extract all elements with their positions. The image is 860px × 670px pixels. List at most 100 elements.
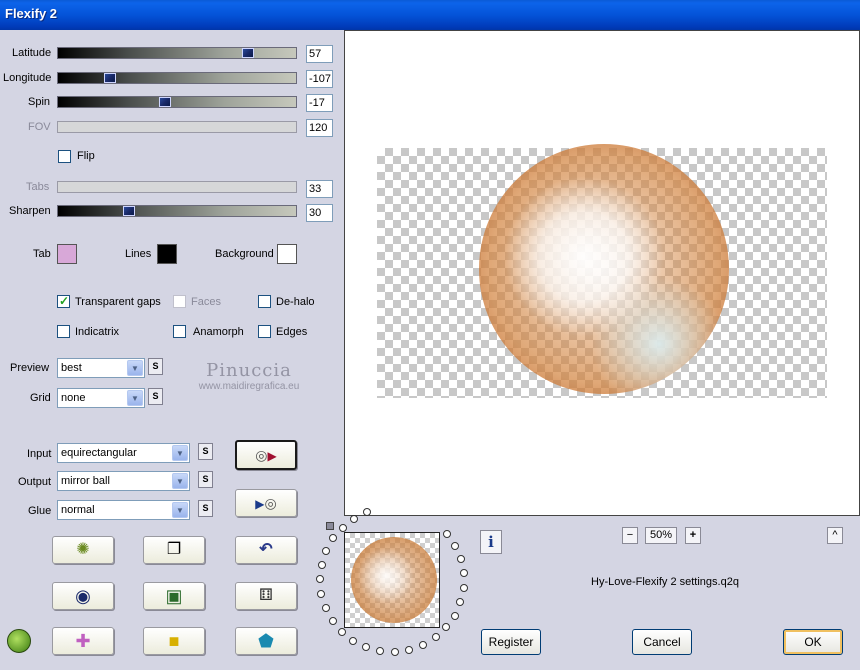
dial-dot[interactable] (456, 598, 465, 607)
dial-dot[interactable] (349, 636, 358, 645)
de-halo-checkbox[interactable] (258, 295, 271, 308)
glue-select[interactable]: normal ▼ (57, 500, 190, 520)
sharpen-value[interactable]: 30 (306, 204, 333, 222)
preview-quality-label: Preview (10, 362, 50, 374)
ring-button[interactable]: ◉ (52, 582, 114, 610)
glue-value: normal (61, 504, 95, 516)
dial-dot[interactable] (456, 555, 465, 564)
spin-value[interactable]: -17 (306, 94, 333, 112)
spin-label: Spin (28, 96, 51, 108)
sharpen-label: Sharpen (9, 205, 51, 217)
dial-dot[interactable] (322, 547, 331, 556)
anamorph-checkbox[interactable] (173, 325, 186, 338)
thumbnail-ball (351, 537, 437, 623)
output-projection-select[interactable]: mirror ball ▼ (57, 471, 190, 491)
flip-checkbox[interactable] (58, 150, 71, 163)
dial-dot[interactable] (431, 633, 440, 642)
brick-button[interactable]: ■ (143, 627, 205, 655)
play-forward-button[interactable]: ◎▶ (235, 440, 297, 470)
info-button[interactable]: i (480, 530, 502, 554)
chevron-down-icon[interactable]: ▼ (127, 360, 143, 376)
preview-quality-select[interactable]: best ▼ (57, 358, 145, 378)
register-button[interactable]: Register (481, 629, 541, 655)
latitude-slider[interactable] (57, 47, 297, 59)
play-reverse-button[interactable]: ▶◎ (235, 489, 297, 517)
dial-dot[interactable] (317, 561, 326, 570)
dial-dot[interactable] (443, 529, 452, 538)
dial-dot[interactable] (321, 603, 330, 612)
pentagon-button[interactable]: ⬟ (235, 627, 297, 655)
dial-dot[interactable] (329, 534, 338, 543)
transparency-checkerboard (377, 144, 827, 398)
dial-dot[interactable] (442, 623, 451, 632)
dial-dot[interactable] (405, 645, 414, 654)
output-label: Output (18, 476, 52, 488)
glue-s-button[interactable]: S (198, 500, 213, 517)
latitude-value[interactable]: 57 (306, 45, 333, 63)
dial-dot[interactable] (328, 616, 337, 625)
chevron-down-icon[interactable]: ▼ (172, 473, 188, 489)
dial-dot[interactable] (338, 523, 347, 532)
ok-button[interactable]: OK (783, 629, 843, 655)
input-projection-select[interactable]: equirectangular ▼ (57, 443, 190, 463)
tab-color-swatch[interactable] (57, 244, 77, 264)
dial-dot[interactable] (451, 541, 460, 550)
input-s-button[interactable]: S (198, 443, 213, 460)
longitude-label: Longitude (3, 72, 52, 84)
flip-label: Flip (77, 150, 95, 162)
latitude-slider-thumb[interactable] (242, 48, 255, 58)
dial-dot[interactable] (450, 611, 459, 620)
random-button[interactable]: ⚅ (235, 582, 297, 610)
output-s-button[interactable]: S (198, 471, 213, 488)
dialog-client: Latitude 57 Longitude -107 Spin -17 FOV … (0, 30, 860, 670)
spin-slider[interactable] (57, 96, 297, 108)
sharpen-slider-thumb[interactable] (123, 206, 136, 216)
brick-icon: ■ (168, 631, 180, 651)
nav-handle[interactable] (326, 522, 334, 530)
dial-dot[interactable] (376, 647, 385, 656)
sharpen-slider[interactable] (57, 205, 297, 217)
transparent-gaps-checkbox[interactable]: ✓ (57, 294, 70, 308)
lines-color-swatch[interactable] (157, 244, 177, 264)
chevron-down-icon[interactable]: ▼ (172, 502, 188, 518)
navigator-thumbnail[interactable] (344, 532, 440, 628)
indicatrix-checkbox[interactable] (57, 325, 70, 338)
preview-s-button[interactable]: S (148, 358, 163, 375)
grid-s-button[interactable]: S (148, 388, 163, 405)
undo-button[interactable]: ↶ (235, 536, 297, 564)
random-seed-button[interactable]: ✺ (52, 536, 114, 564)
preview-quality-value: best (61, 362, 82, 374)
longitude-value[interactable]: -107 (306, 70, 333, 88)
faces-label: Faces (191, 296, 221, 308)
zoom-in-button[interactable]: + (685, 527, 701, 544)
collapse-up-button[interactable]: ^ (827, 527, 843, 544)
dice-icon: ⚅ (259, 587, 273, 604)
dial-dot[interactable] (337, 627, 346, 636)
dial-dot[interactable] (459, 584, 468, 593)
cancel-button[interactable]: Cancel (632, 629, 692, 655)
zoom-out-button[interactable]: − (622, 527, 638, 544)
chevron-down-icon[interactable]: ▼ (127, 390, 143, 406)
dial-dot[interactable] (419, 640, 428, 649)
background-color-swatch[interactable] (277, 244, 297, 264)
dial-dot[interactable] (459, 569, 468, 578)
edges-checkbox[interactable] (258, 325, 271, 338)
title-bar: Flexify 2 (0, 0, 860, 30)
dial-dot[interactable] (391, 647, 399, 656)
dial-dot[interactable] (317, 589, 326, 598)
chevron-down-icon[interactable]: ▼ (172, 445, 188, 461)
dial-dot[interactable] (316, 575, 324, 584)
copy-button[interactable]: ❐ (143, 536, 205, 564)
frame-button[interactable]: ▣ (143, 582, 205, 610)
fov-label: FOV (28, 121, 51, 133)
cross-button[interactable]: ✚ (52, 627, 114, 655)
spin-slider-thumb[interactable] (159, 97, 172, 107)
play-icon: ▶ (255, 497, 265, 511)
dial-dot[interactable] (350, 514, 359, 523)
longitude-slider-thumb[interactable] (104, 73, 117, 83)
grid-select[interactable]: none ▼ (57, 388, 145, 408)
dial-dot[interactable] (362, 643, 371, 652)
tabs-slider (57, 181, 297, 193)
window-title: Flexify 2 (5, 6, 58, 21)
longitude-slider[interactable] (57, 72, 297, 84)
